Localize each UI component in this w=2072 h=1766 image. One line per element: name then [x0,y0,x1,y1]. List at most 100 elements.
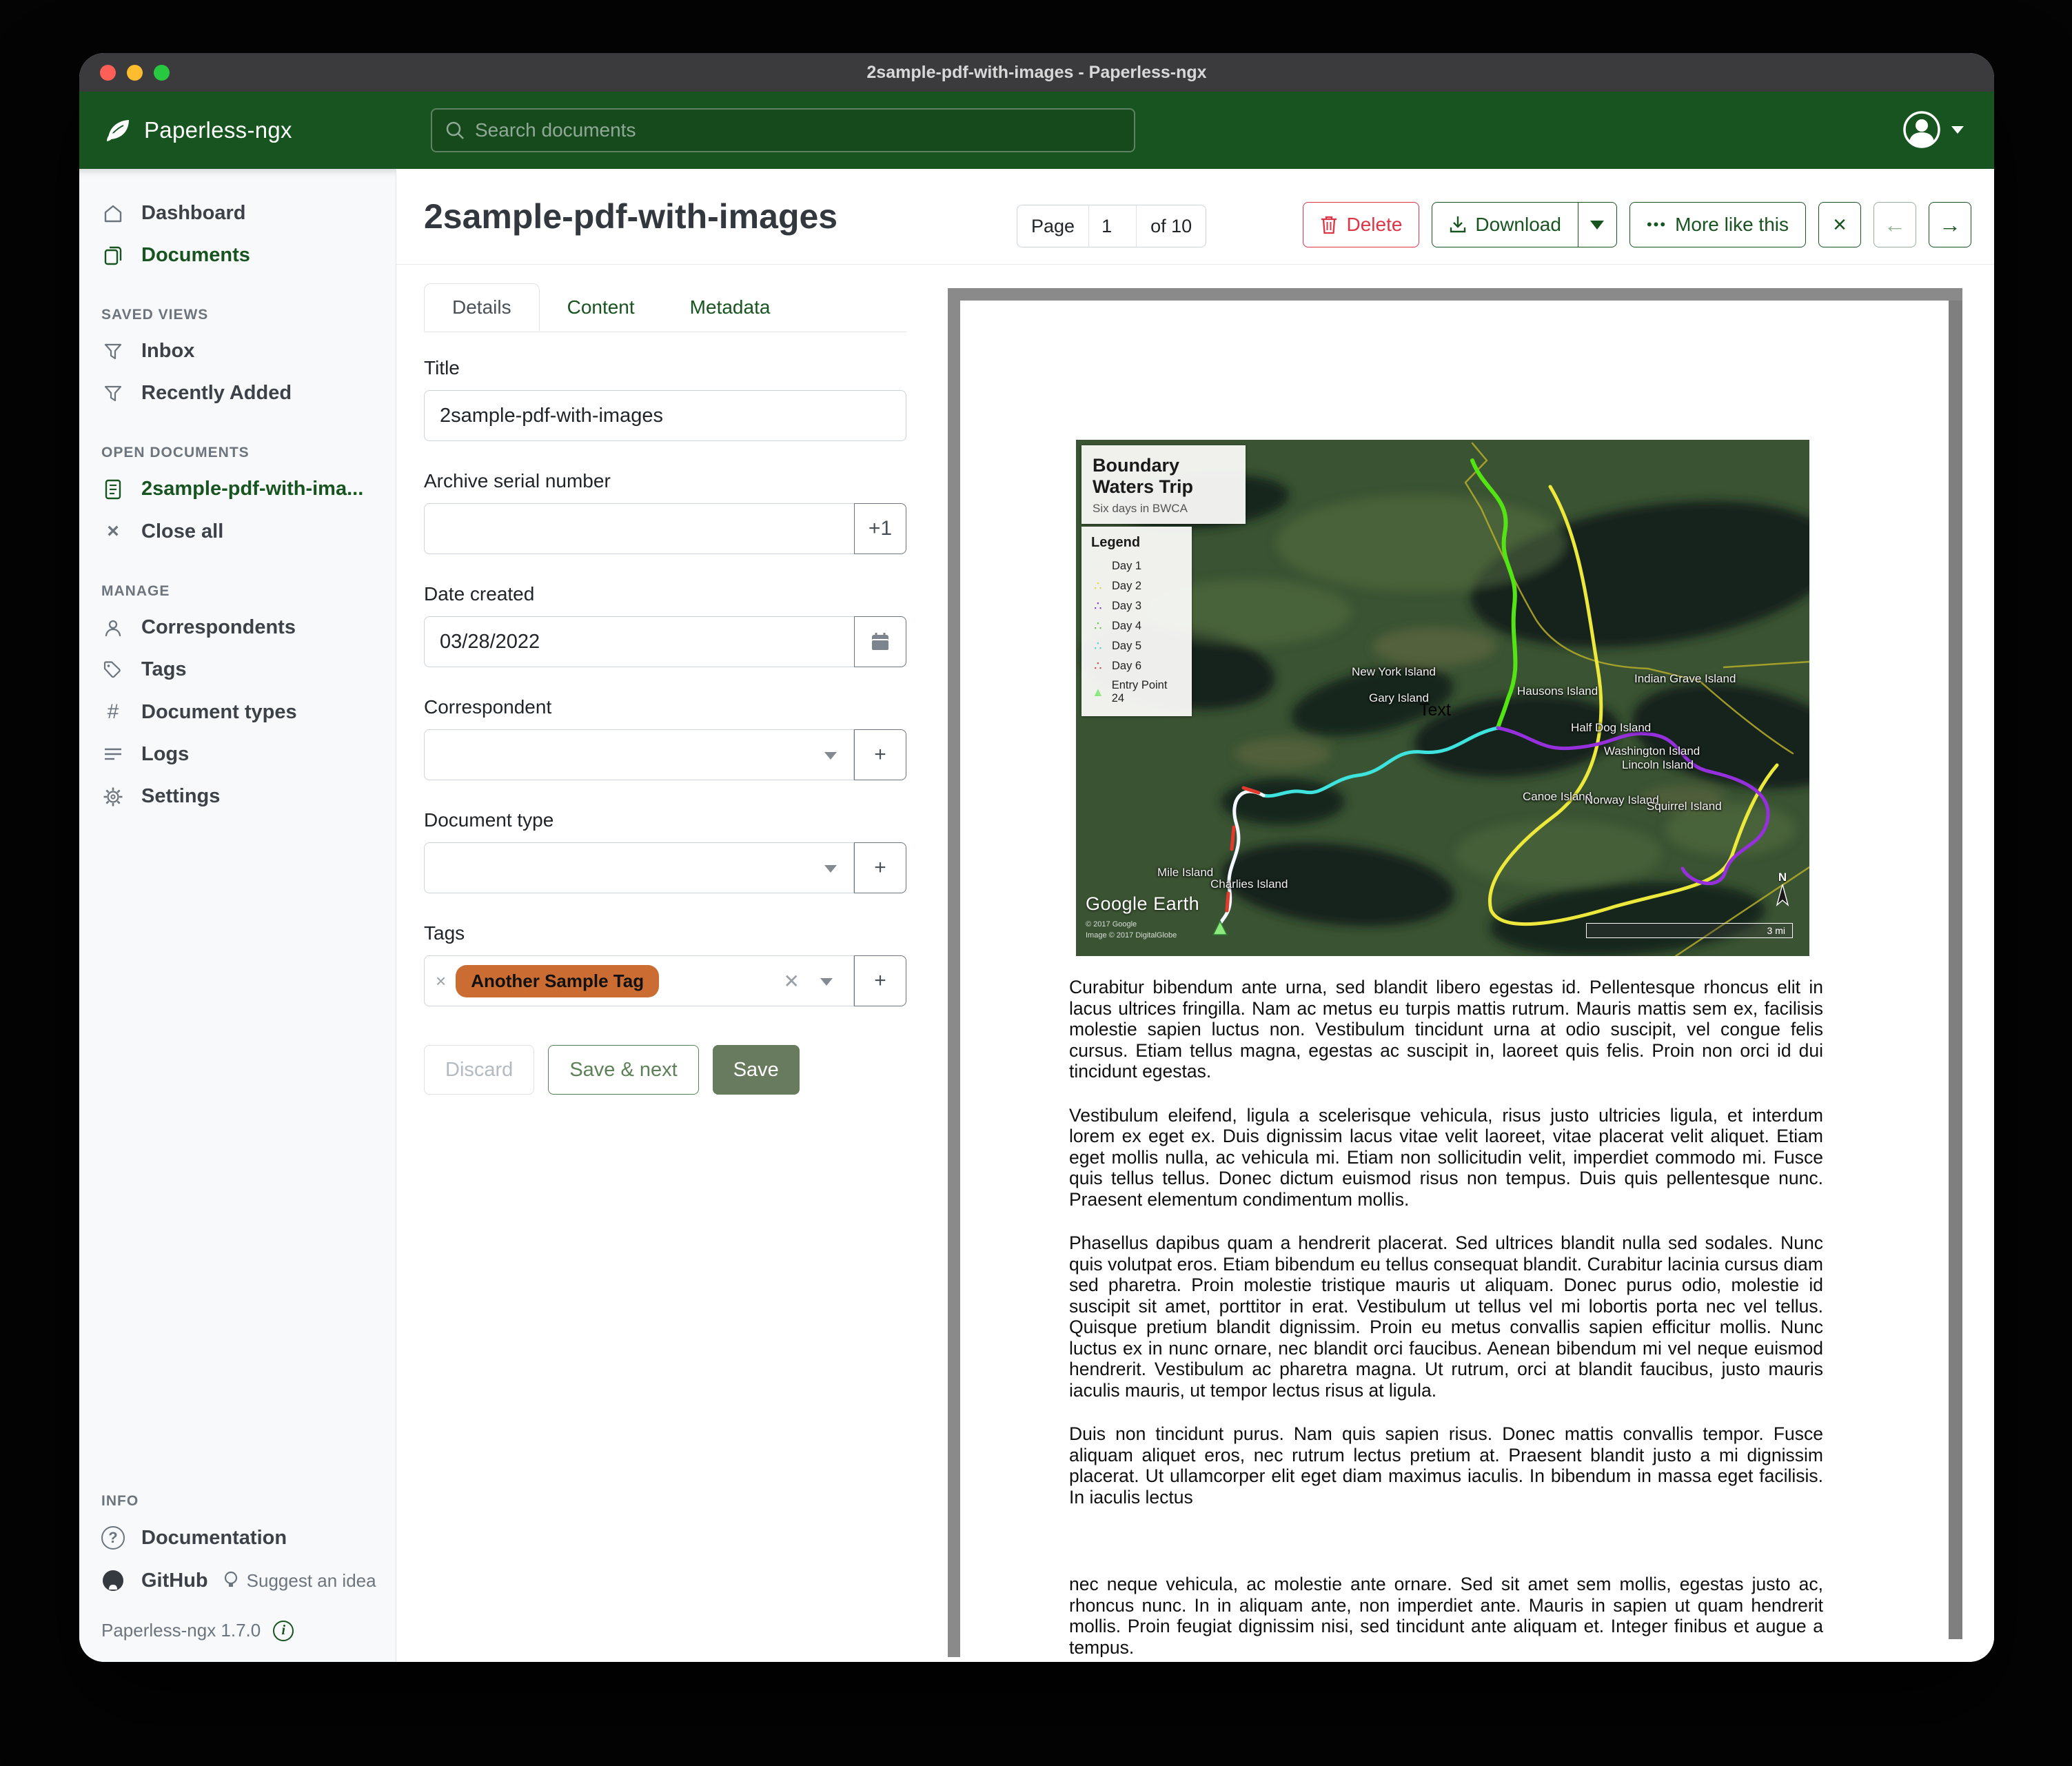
island-label: Mile Island [1157,866,1213,880]
legend-item: ∴Day 4 [1091,616,1182,636]
save-button[interactable]: Save [713,1045,800,1095]
delete-button[interactable]: Delete [1303,202,1419,247]
google-earth-watermark: Google Earth [1086,893,1199,915]
caret-down-icon [1590,221,1604,230]
detail-tabs: Details Content Metadata [424,283,906,332]
info-heading: INFO [79,1486,396,1516]
download-options-button[interactable] [1578,202,1617,247]
island-label: Half Dog Island [1571,721,1651,735]
sidebar-label: 2sample-pdf-with-ima... [141,478,363,500]
document-type-select[interactable] [424,842,854,893]
paragraph: Curabitur bibendum ante urna, sed blandi… [1069,977,1823,1082]
scale-bar: 3 mi [1586,923,1793,938]
legend-item: ∴Day 1 [1091,556,1182,576]
info-icon[interactable]: i [273,1621,294,1641]
sidebar-item-inbox[interactable]: Inbox [79,330,396,372]
tag-chip[interactable]: Another Sample Tag [456,965,659,997]
tags-label: Tags [424,922,906,944]
legend-item: ∴Day 5 [1091,636,1182,656]
add-document-type-button[interactable]: + [854,842,906,893]
sidebar-item-correspondents[interactable]: Correspondents [79,607,396,649]
search-icon [445,120,465,141]
asn-input[interactable] [424,503,854,554]
legend-label: Day 6 [1112,660,1141,673]
paragraph: Duis non tincidunt purus. Nam quis sapie… [1069,1423,1823,1508]
day3-marker-icon: ∴ [1091,599,1105,613]
sidebar-item-github[interactable]: GitHub [79,1559,222,1602]
chevron-down-icon [824,752,837,760]
home-icon [101,203,125,224]
sidebar-item-document-types[interactable]: # Document types [79,691,396,733]
window-title: 2sample-pdf-with-images - Paperless-ngx [79,63,1994,83]
map-title: Boundary Waters Trip [1093,455,1235,498]
save-and-next-button[interactable]: Save & next [548,1045,698,1095]
sidebar-label: Document types [141,701,297,724]
file-text-icon [101,479,125,500]
github-icon [101,1569,125,1592]
map-image: Boundary Waters Trip Six days in BWCA Le… [1076,440,1809,956]
page-title: 2sample-pdf-with-images [424,196,837,236]
preview-scrollbar[interactable] [1949,301,1962,1639]
sidebar-label: Inbox [141,340,194,363]
version-label: Paperless-ngx 1.7.0 [101,1620,261,1641]
paragraph: Vestibulum eleifend, ligula a scelerisqu… [1069,1105,1823,1210]
page-number-input[interactable] [1088,205,1137,247]
search-input[interactable] [475,119,1121,141]
title-input[interactable] [424,390,906,441]
legend-label: Day 3 [1112,600,1141,613]
sidebar-item-documentation[interactable]: ? Documentation [79,1516,396,1559]
add-correspondent-button[interactable]: + [854,729,906,780]
macos-titlebar[interactable]: 2sample-pdf-with-images - Paperless-ngx [79,53,1994,92]
app-header: Paperless-ngx [79,92,1994,169]
tab-details[interactable]: Details [424,283,540,332]
map-copyright-2: Image © 2017 DigitalGlobe [1086,931,1177,940]
close-icon: × [101,520,125,543]
island-label: New York Island [1352,665,1436,679]
saved-views-heading: SAVED VIEWS [79,300,396,330]
remove-tag-icon[interactable]: × [436,971,446,992]
download-label: Download [1475,214,1561,236]
add-tag-button[interactable]: + [854,955,906,1006]
calendar-button[interactable] [854,616,906,667]
map-copyright: © 2017 Google [1086,920,1137,928]
sidebar-item-recently-added[interactable]: Recently Added [79,372,396,414]
sidebar-item-settings[interactable]: Settings [79,775,396,818]
next-document-button[interactable]: → [1929,202,1971,247]
correspondent-label: Correspondent [424,696,906,718]
title-label: Title [424,357,906,379]
date-created-input[interactable] [424,616,854,667]
tab-metadata[interactable]: Metadata [662,283,798,332]
previous-document-button[interactable]: ← [1873,202,1916,247]
user-menu[interactable] [1902,110,1964,150]
close-document-button[interactable]: × [1818,202,1861,247]
clear-tags-icon[interactable]: ✕ [784,970,800,993]
tags-select[interactable]: × Another Sample Tag ✕ [424,955,854,1006]
more-like-this-button[interactable]: ••• More like this [1629,202,1806,247]
asn-increment-button[interactable]: +1 [854,503,906,554]
island-label: Canoe Island [1523,790,1592,804]
sidebar-label: Close all [141,520,223,543]
paperless-leaf-logo-icon [103,115,133,145]
open-documents-heading: OPEN DOCUMENTS [79,438,396,468]
scale-label: 3 mi [1767,925,1785,936]
sidebar-item-tags[interactable]: Tags [79,649,396,691]
discard-button[interactable]: Discard [424,1045,534,1095]
tab-content[interactable]: Content [540,283,662,332]
map-text-annotation: Text [1419,700,1451,720]
correspondent-select[interactable] [424,729,854,780]
download-button[interactable]: Download [1432,202,1578,247]
brand[interactable]: Paperless-ngx [103,115,292,145]
sidebar-item-close-all[interactable]: × Close all [79,510,396,553]
legend-item: ∴Day 6 [1091,656,1182,676]
sidebar-item-suggest-idea[interactable]: Suggest an idea [222,1561,376,1601]
island-label: Hausons Island [1517,684,1598,698]
sidebar-item-documents[interactable]: Documents [79,234,396,276]
search-bar[interactable] [431,108,1135,152]
pdf-preview-pane[interactable]: Boundary Waters Trip Six days in BWCA Le… [948,288,1962,1657]
document-text: Curabitur bibendum ante urna, sed blandi… [1069,977,1823,1657]
sidebar-item-open-document[interactable]: 2sample-pdf-with-ima... [79,468,396,510]
sidebar-item-dashboard[interactable]: Dashboard [79,192,396,234]
sidebar-item-logs[interactable]: Logs [79,733,396,775]
arrow-left-icon: ← [1884,212,1906,238]
more-like-this-label: More like this [1675,214,1789,236]
